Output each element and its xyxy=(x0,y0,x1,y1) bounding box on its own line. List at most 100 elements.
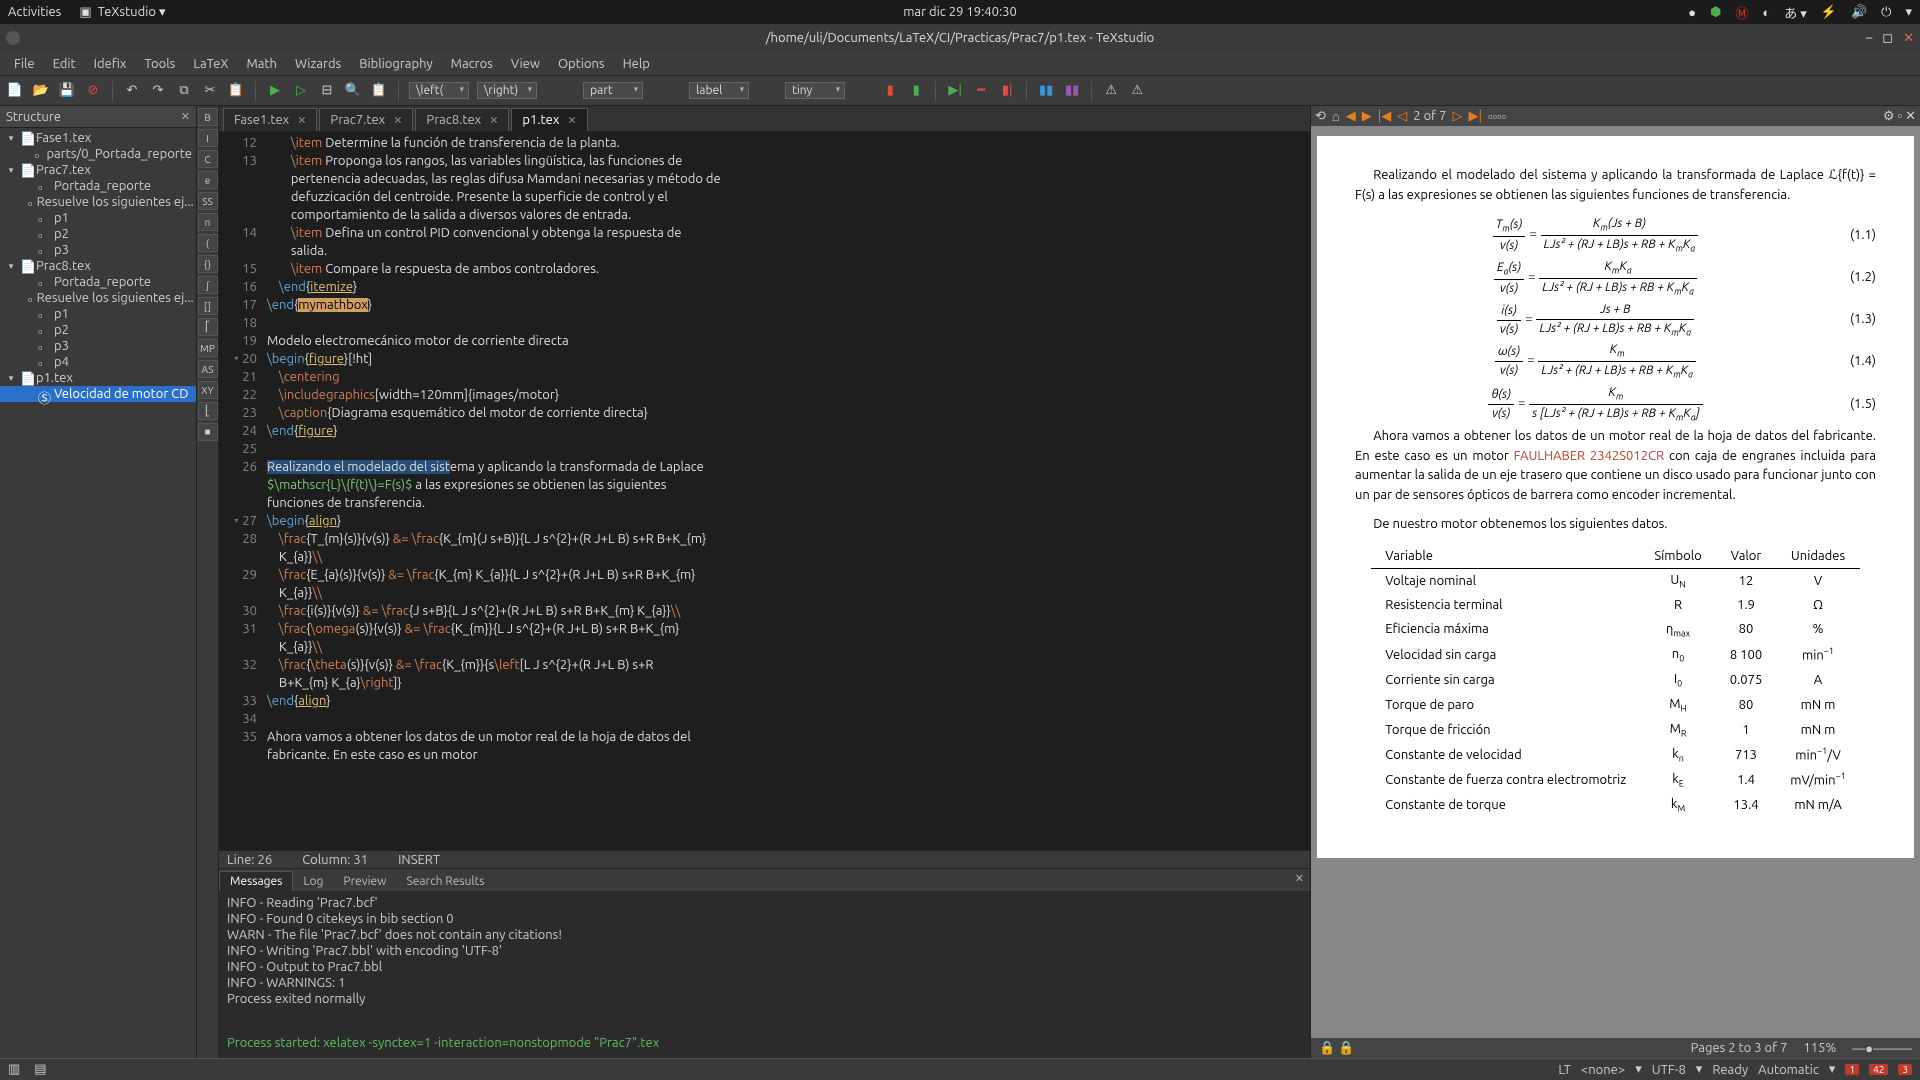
tree-item[interactable]: ▫Portada_reporte xyxy=(0,178,196,194)
pdf-page[interactable]: Realizando el modelado del sistema y apl… xyxy=(1317,136,1914,858)
badbox-badge[interactable]: 3 xyxy=(1898,1064,1912,1075)
editor-tab[interactable]: Prac8.tex✕ xyxy=(415,108,509,131)
utf[interactable]: UTF-8 xyxy=(1652,1063,1686,1077)
close-button[interactable]: ✕ xyxy=(1903,31,1914,46)
tree-item[interactable]: ▾📄Prac7.tex xyxy=(0,162,196,178)
open-file-icon[interactable]: 📂 xyxy=(32,82,50,100)
page-indicator[interactable]: 2 of 7 xyxy=(1413,109,1446,123)
warning-icon[interactable]: ⚠ xyxy=(1128,82,1146,100)
auto[interactable]: Automatic xyxy=(1758,1063,1819,1077)
log-tab[interactable]: Search Results xyxy=(396,872,494,891)
side-tool[interactable]: e xyxy=(198,171,218,189)
new-file-icon[interactable]: 📄 xyxy=(6,82,24,100)
menu-bibliography[interactable]: Bibliography xyxy=(351,54,440,74)
lock-icon[interactable]: 🔒 🔒 xyxy=(1319,1041,1354,1056)
tray-icon[interactable]: ● xyxy=(1688,5,1696,20)
side-tool[interactable]: B xyxy=(198,108,218,126)
side-tool[interactable]: ⎡ xyxy=(198,318,218,336)
stop-icon[interactable]: ⊟ xyxy=(318,82,336,100)
tab-close-icon[interactable]: ✕ xyxy=(393,114,402,127)
log-tab[interactable]: Log xyxy=(293,872,333,891)
pv-last-icon[interactable]: ▶| xyxy=(1468,109,1482,124)
redo-icon[interactable]: ↷ xyxy=(149,82,167,100)
side-tool[interactable]: ⎣ xyxy=(198,402,218,420)
close-icon[interactable]: ⊘ xyxy=(84,82,102,100)
side-tool[interactable]: π xyxy=(198,213,218,231)
side-tool[interactable]: I xyxy=(198,129,218,147)
activities-button[interactable]: Activities xyxy=(8,5,61,19)
warning-badge[interactable]: 42 xyxy=(1869,1064,1888,1075)
power-icon[interactable]: ⏻ xyxy=(1881,5,1891,20)
side-tool[interactable]: MP xyxy=(198,339,218,357)
size-combo[interactable]: tiny xyxy=(785,82,845,99)
tab-close-icon[interactable]: ✕ xyxy=(297,114,306,127)
view-log-icon[interactable]: 📋 xyxy=(370,82,388,100)
tree-item[interactable]: ▫p1 xyxy=(0,306,196,322)
editor-tab[interactable]: Prac7.tex✕ xyxy=(319,108,413,131)
menu-wizards[interactable]: Wizards xyxy=(287,54,349,74)
tray-icon[interactable]: あ ▾ xyxy=(1784,3,1807,22)
pv-fwd-icon[interactable]: ▷ xyxy=(1452,109,1462,124)
part-combo[interactable]: part xyxy=(583,82,643,99)
side-tool[interactable]: {} xyxy=(198,255,218,273)
sb-icon[interactable]: ▤ xyxy=(34,1062,46,1077)
cut-icon[interactable]: ✂ xyxy=(201,82,219,100)
side-tool[interactable]: XY xyxy=(198,381,218,399)
side-tool[interactable]: AS xyxy=(198,360,218,378)
volume-icon[interactable]: 🔊 xyxy=(1851,5,1867,20)
menu-options[interactable]: Options xyxy=(550,54,613,74)
build-icon[interactable]: ▶ xyxy=(266,82,284,100)
side-tool[interactable]: ∫ xyxy=(198,276,218,294)
side-tool[interactable]: [] xyxy=(198,297,218,315)
pv-back-icon[interactable]: ◁ xyxy=(1397,109,1407,124)
right-delim-combo[interactable]: \right) xyxy=(477,82,537,99)
tree-item[interactable]: ▫p3 xyxy=(0,242,196,258)
bookmark-icon[interactable]: ▶| xyxy=(946,82,964,100)
menu-edit[interactable]: Edit xyxy=(45,54,84,74)
undo-icon[interactable]: ↶ xyxy=(123,82,141,100)
paste-icon[interactable]: 📋 xyxy=(227,82,245,100)
editor-tab[interactable]: p1.tex✕ xyxy=(511,108,587,131)
pv-prev-icon[interactable]: ◀ xyxy=(1346,109,1356,124)
log-tab[interactable]: Messages xyxy=(219,871,293,891)
tree-item[interactable]: ▫p2 xyxy=(0,322,196,338)
encoding[interactable]: <none> xyxy=(1581,1063,1625,1077)
pv-next-icon[interactable]: ▶ xyxy=(1362,109,1372,124)
tree-item[interactable]: ▫p4 xyxy=(0,354,196,370)
minimize-button[interactable]: – xyxy=(1866,31,1872,46)
tree-item[interactable]: ▾📄Prac8.tex xyxy=(0,258,196,274)
highlight-icon[interactable]: ▮▮ xyxy=(1037,82,1055,100)
tab-close-icon[interactable]: ✕ xyxy=(567,114,576,127)
pv-layout-icon[interactable]: ▫▫▫▫ xyxy=(1488,109,1506,124)
current-app[interactable]: ▣TeXstudio ▾ xyxy=(79,5,165,20)
pv-first-icon[interactable]: |◀ xyxy=(1378,109,1392,124)
clock[interactable]: mar dic 29 19:40:30 xyxy=(903,5,1017,19)
tree-item[interactable]: ▫parts/0_Portada_reporte xyxy=(0,146,196,162)
side-tool[interactable]: C xyxy=(198,150,218,168)
tree-item[interactable]: ▫Resuelve los siguientes ej... xyxy=(0,290,196,306)
bookmark-icon[interactable]: ▮| xyxy=(998,82,1016,100)
tree-item[interactable]: ▫p1 xyxy=(0,210,196,226)
side-tool[interactable]: ■ xyxy=(198,423,218,441)
panel-close-icon[interactable]: ✕ xyxy=(181,110,190,123)
side-tool[interactable]: SS xyxy=(198,192,218,210)
tree-item[interactable]: ▫Resuelve los siguientes ej... xyxy=(0,194,196,210)
tree-item[interactable]: ▾📄p1.tex xyxy=(0,370,196,386)
menu-math[interactable]: Math xyxy=(238,54,285,74)
tree-item[interactable]: ▾📄Fase1.tex xyxy=(0,130,196,146)
menu-tools[interactable]: Tools xyxy=(136,54,183,74)
menu-help[interactable]: Help xyxy=(615,54,658,74)
view-icon[interactable]: 🔍 xyxy=(344,82,362,100)
tree-item[interactable]: ⓈVelocidad de motor CD xyxy=(0,386,196,402)
p--_icon[interactable]: ⌂ xyxy=(1332,109,1340,124)
zoom-slider[interactable]: —●——— xyxy=(1852,1041,1912,1056)
log-tab[interactable]: Preview xyxy=(333,872,396,891)
tray-icon[interactable]: ◐ xyxy=(1762,5,1770,20)
highlight-icon[interactable]: ▮▮ xyxy=(1063,82,1081,100)
language-tool[interactable]: LT xyxy=(1558,1063,1571,1077)
warning-icon[interactable]: ⚠ xyxy=(1102,82,1120,100)
tree-item[interactable]: ▫p3 xyxy=(0,338,196,354)
pv-nav-icon[interactable]: ⟲ xyxy=(1315,109,1326,124)
menu-file[interactable]: File xyxy=(6,54,43,74)
menu-dropdown-icon[interactable]: ▾ xyxy=(1905,5,1912,20)
